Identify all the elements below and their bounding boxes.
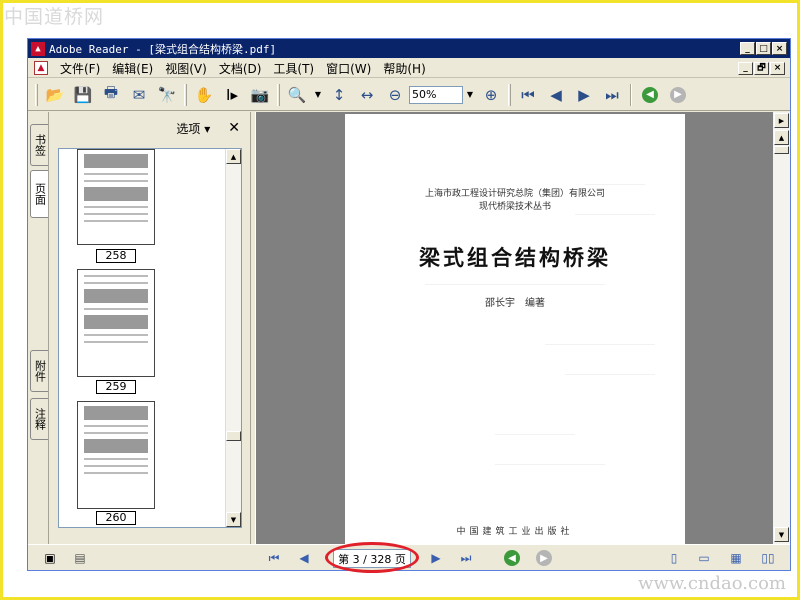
series-line: 现代桥梁技术丛书 <box>478 202 551 212</box>
scroll-down-icon[interactable]: ▼ <box>774 527 789 542</box>
forward-icon[interactable]: ▶ <box>666 83 690 107</box>
menu-document[interactable]: 文档(D) <box>213 60 268 77</box>
email-icon[interactable]: ✉ <box>127 83 151 107</box>
page-thumbnail[interactable] <box>77 401 155 509</box>
scroll-up-icon[interactable]: ▲ <box>774 130 789 145</box>
facing-icon[interactable]: ▦ <box>726 548 746 568</box>
next-page-icon[interactable]: ▶ <box>426 548 446 568</box>
single-page-icon[interactable]: ▯ <box>664 548 684 568</box>
book-title: 梁式组合结构桥梁 <box>419 245 611 270</box>
hand-icon[interactable]: ✋ <box>192 83 216 107</box>
tab-bookmarks[interactable]: 书签 <box>30 124 48 166</box>
zoom-plus-icon[interactable]: ⊕ <box>479 83 503 107</box>
book-press: 中国建筑工业出版社 <box>456 527 574 537</box>
menu-window[interactable]: 窗口(W) <box>320 60 377 77</box>
back-icon[interactable]: ◀ <box>638 83 662 107</box>
zoom-out-icon[interactable]: ⊖ <box>383 83 407 107</box>
menu-bar: ▲ 文件(F) 编辑(E) 视图(V) 文档(D) 工具(T) 窗口(W) 帮助… <box>28 59 790 78</box>
last-page-icon[interactable]: ⏭ <box>456 548 476 568</box>
doc-restore-button[interactable]: 🗗 <box>754 61 769 75</box>
close-button[interactable]: × <box>772 42 787 55</box>
fit-height-icon[interactable]: ↕ <box>327 83 351 107</box>
snapshot-icon[interactable]: 📷 <box>248 83 272 107</box>
thumbnail-label: 260 <box>96 511 136 525</box>
watermark-top: 中国道桥网 <box>4 6 105 28</box>
window-title: Adobe Reader - [梁式组合结构桥梁.pdf] <box>49 42 277 56</box>
document-scrollbar[interactable]: ▶ ▲ ▼ <box>773 112 790 544</box>
next-page-icon[interactable]: ▶ <box>572 83 596 107</box>
fit-width-icon[interactable]: ↔ <box>355 83 379 107</box>
document-view[interactable]: 上海市政工程设计研究总院（集团）有限公司 现代桥梁技术丛书 梁式组合结构桥梁 邵… <box>256 112 773 544</box>
menu-view[interactable]: 视图(V) <box>159 60 213 77</box>
forward-icon[interactable]: ▶ <box>534 548 554 568</box>
menu-edit[interactable]: 编辑(E) <box>106 60 159 77</box>
zoom-dropdown-icon[interactable]: ▼ <box>463 90 477 99</box>
pdf-document-icon[interactable]: ▲ <box>34 61 48 75</box>
prev-page-icon[interactable]: ◀ <box>294 548 314 568</box>
doc-close-button[interactable]: × <box>770 61 785 75</box>
first-page-icon[interactable]: ⏮ <box>516 83 540 107</box>
pdf-page: 上海市政工程设计研究总院（集团）有限公司 现代桥梁技术丛书 梁式组合结构桥梁 邵… <box>345 114 685 544</box>
continuous-facing-icon[interactable]: ▯▯ <box>758 548 778 568</box>
reader-window: ▲ Adobe Reader - [梁式组合结构桥梁.pdf] _ □ × ▲ … <box>27 38 791 573</box>
zoom-input[interactable]: 50% <box>409 85 463 104</box>
zoom-in-icon[interactable]: 🔍 <box>285 83 309 107</box>
full-screen-icon[interactable]: ▣ <box>40 548 60 568</box>
zoom-tool-dropdown-icon[interactable]: ▼ <box>311 90 325 99</box>
publisher-line: 上海市政工程设计研究总院（集团）有限公司 <box>424 189 605 199</box>
search-icon[interactable]: 🔭 <box>155 83 179 107</box>
toolbar: 📂 💾 🖶 ✉ 🔭 ✋ I▸ 📷 🔍 ▼ ↕ ↔ ⊖ 50% ▼ ⊕ ⏮ ◀ ▶… <box>28 79 790 111</box>
adobe-reader-icon: ▲ <box>31 41 45 56</box>
close-panel-icon[interactable]: ✕ <box>228 120 240 136</box>
menu-help[interactable]: 帮助(H) <box>377 60 431 77</box>
last-page-icon[interactable]: ⏭ <box>600 83 624 107</box>
thumbnail-label: 259 <box>96 380 136 394</box>
tab-attachments[interactable]: 附件 <box>30 350 48 392</box>
maximize-button[interactable]: □ <box>756 42 771 55</box>
pages-panel: 选项 ▾ ✕ 258 259 260 ▲ ▼ <box>50 112 250 544</box>
scroll-down-icon[interactable]: ▼ <box>226 512 241 527</box>
scroll-right-arrow-icon[interactable]: ▶ <box>774 113 789 128</box>
first-page-icon[interactable]: ⏮ <box>264 548 284 568</box>
thumbnail-label: 258 <box>96 249 136 263</box>
scroll-thumb[interactable] <box>226 431 241 441</box>
open-icon[interactable]: 📂 <box>43 83 67 107</box>
thumbnail-scrollbar[interactable]: ▲ ▼ <box>225 149 241 527</box>
tab-comments[interactable]: 注释 <box>30 398 48 440</box>
page-size-icon[interactable]: ▤ <box>70 548 90 568</box>
scroll-up-icon[interactable]: ▲ <box>226 149 241 164</box>
menu-file[interactable]: 文件(F) <box>54 60 106 77</box>
back-icon[interactable]: ◀ <box>502 548 522 568</box>
select-text-icon[interactable]: I▸ <box>220 83 244 107</box>
options-menu[interactable]: 选项 ▾ <box>176 120 210 137</box>
toolbar-grip[interactable] <box>35 83 38 106</box>
watermark-bottom: www.cndao.com <box>638 573 786 594</box>
doc-minimize-button[interactable]: _ <box>738 61 753 75</box>
continuous-icon[interactable]: ▭ <box>694 548 714 568</box>
book-author: 邵长宇 编著 <box>485 298 545 309</box>
tab-pages[interactable]: 页面 <box>30 170 48 218</box>
page-thumbnail[interactable] <box>77 149 155 245</box>
menu-tools[interactable]: 工具(T) <box>267 60 320 77</box>
minimize-button[interactable]: _ <box>740 42 755 55</box>
save-icon[interactable]: 💾 <box>71 83 95 107</box>
thumbnail-list[interactable]: 258 259 260 ▲ ▼ <box>58 148 242 528</box>
status-bar: ▣ ▤ ⏮ ◀ 第 3 / 328 页 ▶ ⏭ ◀ ▶ ▯ ▭ ▦ ▯▯ <box>28 542 790 573</box>
navigation-tabs: 书签 页面 附件 注释 <box>28 112 49 544</box>
prev-page-icon[interactable]: ◀ <box>544 83 568 107</box>
highlight-circle <box>325 542 419 573</box>
print-icon[interactable]: 🖶 <box>99 83 123 107</box>
scroll-thumb[interactable] <box>774 146 789 154</box>
title-bar: ▲ Adobe Reader - [梁式组合结构桥梁.pdf] _ □ × <box>28 39 790 58</box>
page-thumbnail[interactable] <box>77 269 155 377</box>
